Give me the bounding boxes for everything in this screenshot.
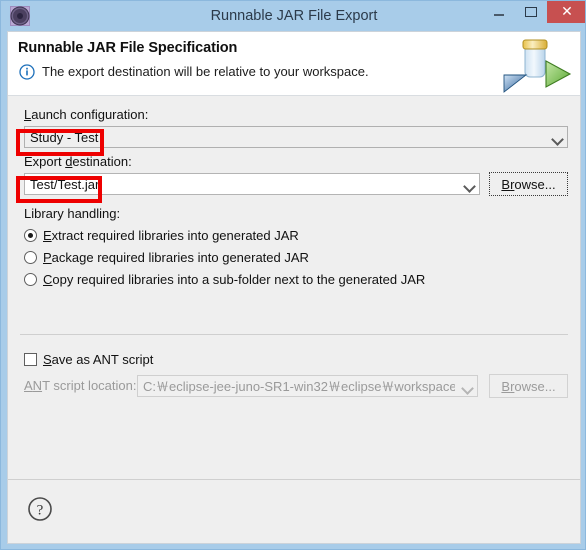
maximize-icon bbox=[525, 7, 537, 17]
export-destination-value: Test/Test.jar bbox=[30, 177, 100, 192]
radio-label: Package required libraries into generate… bbox=[43, 250, 309, 265]
ant-script-location-label: ANT script location: bbox=[24, 378, 137, 393]
close-button[interactable]: ✕ bbox=[547, 1, 585, 23]
radio-indicator bbox=[24, 251, 37, 264]
ant-script-browse-button: Browse... bbox=[489, 374, 568, 398]
jar-export-icon bbox=[503, 39, 572, 93]
checkbox-label: Save as ANT script bbox=[43, 352, 154, 367]
ant-script-location-combo: C:￦eclipse-jee-juno-SR1-win32￦eclipse￦wo… bbox=[137, 375, 478, 397]
radio-indicator bbox=[24, 229, 37, 242]
question-mark-icon[interactable]: ? bbox=[27, 496, 53, 522]
chevron-down-icon[interactable] bbox=[459, 174, 479, 194]
export-destination-label: Export destination: bbox=[24, 154, 132, 169]
section-divider bbox=[20, 334, 568, 335]
launch-configuration-value: Study - Test bbox=[30, 130, 99, 145]
ant-script-location-value: C:￦eclipse-jee-juno-SR1-win32￦eclipse￦wo… bbox=[143, 379, 455, 394]
dialog-header: Runnable JAR File Specification The expo… bbox=[8, 32, 580, 96]
page-title: Runnable JAR File Specification bbox=[18, 40, 238, 56]
dialog-body: Runnable JAR File Specification The expo… bbox=[7, 31, 581, 544]
radio-label: Extract required libraries into generate… bbox=[43, 228, 299, 243]
title-bar: Runnable JAR File Export ✕ bbox=[1, 1, 585, 31]
radio-indicator bbox=[24, 273, 37, 286]
runnable-jar-export-dialog: Runnable JAR File Export ✕ Runnable JAR … bbox=[0, 0, 586, 550]
export-destination-combo[interactable]: Test/Test.jar bbox=[24, 173, 480, 195]
minimize-icon bbox=[494, 14, 504, 16]
library-handling-label: Library handling: bbox=[24, 206, 121, 221]
checkbox-indicator bbox=[24, 353, 37, 366]
launch-configuration-label: Launch configuration: bbox=[24, 107, 149, 122]
export-destination-browse-button[interactable]: Browse... bbox=[489, 172, 568, 196]
chevron-down-icon[interactable] bbox=[547, 127, 567, 147]
minimize-button[interactable] bbox=[483, 1, 515, 23]
dialog-content: Launch configuration: Study - Test Expor… bbox=[8, 96, 580, 479]
launch-configuration-combo[interactable]: Study - Test bbox=[24, 126, 568, 148]
maximize-button[interactable] bbox=[515, 1, 547, 23]
close-icon: ✕ bbox=[561, 3, 573, 19]
radio-label: Copy required libraries into a sub-folde… bbox=[43, 272, 426, 287]
chevron-down-icon bbox=[457, 376, 477, 396]
info-circle-icon bbox=[19, 64, 35, 80]
svg-text:?: ? bbox=[37, 503, 44, 519]
dialog-footer: ? < Back Next > Finish Cancel bbox=[8, 479, 580, 543]
header-message: The export destination will be relative … bbox=[42, 64, 369, 79]
